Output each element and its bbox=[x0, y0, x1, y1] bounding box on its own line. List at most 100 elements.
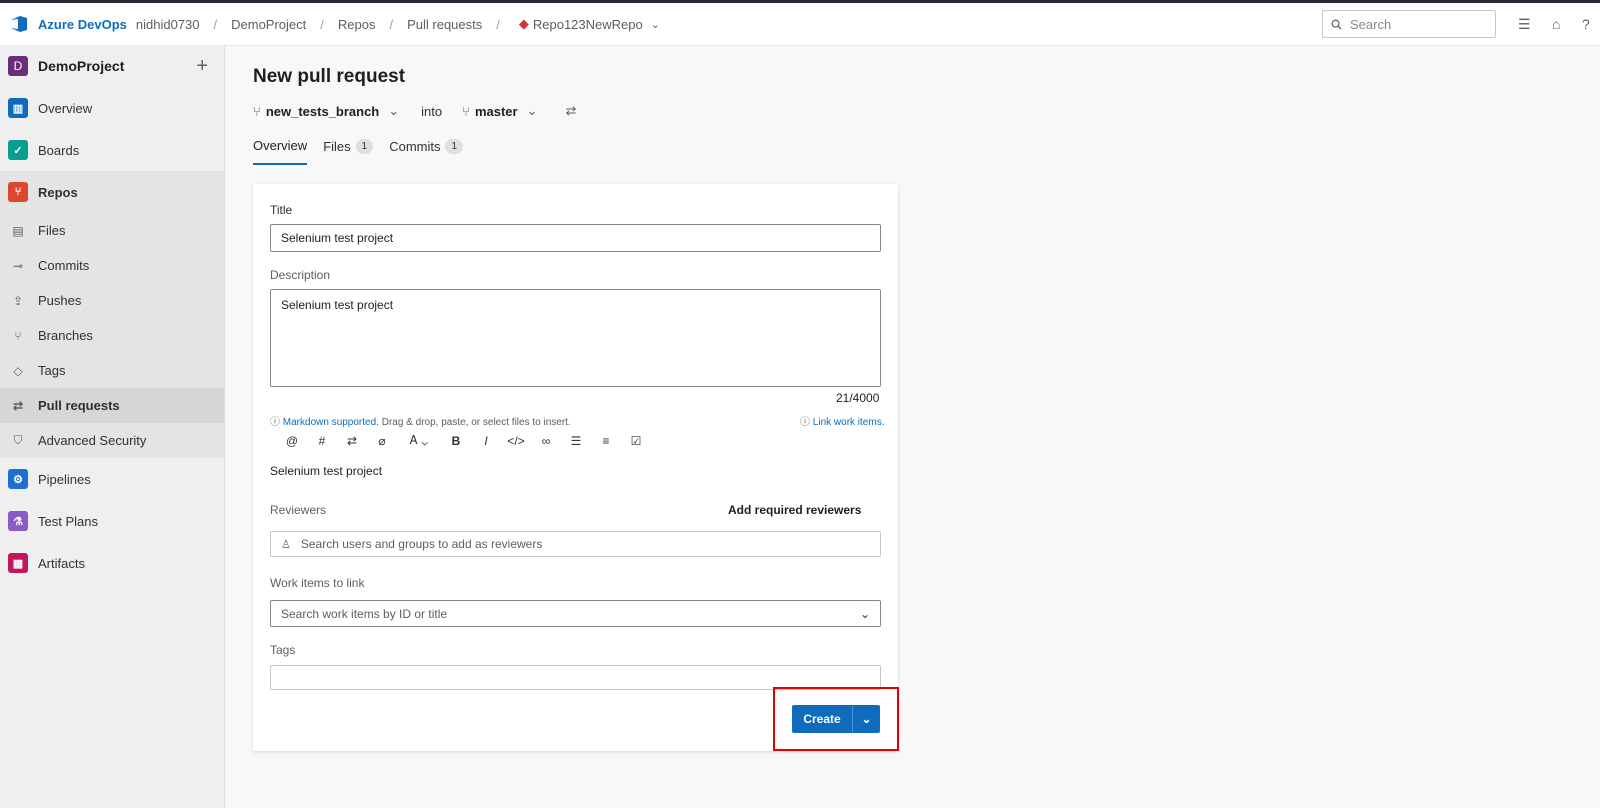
tab-label: Files bbox=[323, 139, 351, 154]
hashtag-icon[interactable]: # bbox=[307, 434, 337, 448]
tags-label: Tags bbox=[270, 643, 296, 657]
code-icon[interactable]: </> bbox=[501, 434, 531, 448]
branch-icon: ⑂ bbox=[462, 103, 470, 119]
sidebar-item-branches[interactable]: ⑂ Branches bbox=[0, 318, 224, 353]
page-title: New pull request bbox=[253, 66, 406, 87]
tab-label: Commits bbox=[389, 139, 441, 154]
reviewers-label: Reviewers bbox=[270, 503, 327, 517]
task-list-icon[interactable]: ☰ bbox=[1518, 16, 1531, 33]
pull-request-link-icon[interactable]: ⇄ bbox=[337, 434, 367, 448]
header-format-icon[interactable]: Ꭺ ⌄ bbox=[397, 433, 441, 448]
sidebar-item-label: Files bbox=[38, 223, 66, 238]
sidebar-item-advanced-security[interactable]: ⛉ Advanced Security bbox=[0, 423, 224, 458]
description-field[interactable]: Selenium test project bbox=[270, 289, 881, 387]
info-icon: ⓘ bbox=[800, 417, 810, 428]
repos-icon: ⑂ bbox=[8, 182, 28, 202]
sidebar-item-files[interactable]: ▤ Files bbox=[0, 213, 224, 248]
sidebar-item-artifacts[interactable]: ▦ Artifacts bbox=[0, 542, 224, 584]
source-branch-dropdown[interactable]: new_tests_branch bbox=[266, 104, 379, 119]
brand-name[interactable]: Azure DevOps bbox=[38, 17, 127, 32]
project-header[interactable]: D DemoProject + bbox=[0, 45, 224, 87]
tab-overview[interactable]: Overview bbox=[253, 138, 308, 165]
sidebar-item-label: Tags bbox=[38, 363, 66, 378]
character-counter: 21/4000 bbox=[836, 391, 880, 405]
chevron-down-icon[interactable]: ⌄ bbox=[388, 103, 399, 119]
sidebar-item-label: Pull requests bbox=[38, 398, 120, 413]
link-work-items-link[interactable]: Link work items. bbox=[813, 417, 885, 428]
add-required-reviewers-button[interactable]: Add required reviewers bbox=[728, 503, 861, 517]
title-label: Title bbox=[270, 203, 293, 217]
sidebar-item-boards[interactable]: ✓ Boards bbox=[0, 129, 224, 171]
sidebar-item-label: Artifacts bbox=[38, 555, 85, 571]
sidebar-item-pipelines[interactable]: ⚙ Pipelines bbox=[0, 458, 224, 500]
project-avatar: D bbox=[8, 56, 28, 76]
link-work-items-hint: ⓘ Link work items. bbox=[800, 413, 884, 428]
reviewers-search-input[interactable]: ♙ Search users and groups to add as revi… bbox=[270, 531, 881, 557]
markdown-toolbar: @ # ⇄ ⌀ Ꭺ ⌄ B I </> ∞ ☰ ≡ ☑ bbox=[277, 433, 651, 448]
sidebar-item-label: Commits bbox=[38, 258, 90, 273]
bold-icon[interactable]: B bbox=[441, 434, 471, 448]
pipelines-icon: ⚙ bbox=[8, 469, 28, 489]
breadcrumb-project[interactable]: DemoProject bbox=[231, 17, 306, 32]
chevron-down-icon[interactable]: ⌄ bbox=[651, 18, 660, 31]
sidebar-item-commits[interactable]: ⊸ Commits bbox=[0, 248, 224, 283]
mention-icon[interactable]: @ bbox=[277, 434, 307, 448]
commit-icon: ⊸ bbox=[12, 258, 24, 273]
file-icon: ▤ bbox=[12, 223, 24, 238]
breadcrumb-pull-requests[interactable]: Pull requests bbox=[407, 17, 482, 32]
checklist-icon[interactable]: ☑ bbox=[621, 434, 651, 448]
add-icon[interactable]: + bbox=[196, 55, 208, 78]
title-field[interactable]: Selenium test project bbox=[270, 224, 881, 252]
markdown-supported-link[interactable]: Markdown supported. bbox=[283, 417, 379, 428]
shield-icon: ⛉ bbox=[13, 433, 23, 447]
work-items-label: Work items to link bbox=[270, 576, 365, 590]
search-icon bbox=[1331, 19, 1342, 30]
test-plans-flask-icon: ⚗ bbox=[8, 511, 28, 531]
breadcrumb-repository[interactable]: Repo123NewRepo bbox=[533, 17, 643, 32]
sidebar: D DemoProject + ▥ Overview ✓ Boards ⑂ Re… bbox=[0, 45, 225, 808]
search-box[interactable]: Search bbox=[1322, 10, 1496, 38]
person-icon: ♙ bbox=[281, 538, 291, 551]
breadcrumb-repos[interactable]: Repos bbox=[338, 17, 376, 32]
boards-icon: ✓ bbox=[8, 140, 28, 160]
info-icon: ⓘ bbox=[270, 417, 280, 428]
breadcrumb-separator: / bbox=[213, 16, 218, 32]
azure-devops-logo-icon[interactable] bbox=[8, 13, 30, 35]
sidebar-item-label: Pushes bbox=[38, 293, 82, 308]
sidebar-item-pushes[interactable]: ⇪ Pushes bbox=[0, 283, 224, 318]
tab-strip: Overview Files 1 Commits 1 bbox=[253, 138, 479, 165]
breadcrumb-organization[interactable]: nidhid0730 bbox=[136, 17, 200, 32]
sidebar-item-test-plans[interactable]: ⚗ Test Plans bbox=[0, 500, 224, 542]
chevron-down-icon[interactable]: ⌄ bbox=[527, 103, 538, 119]
count-badge: 1 bbox=[355, 139, 374, 154]
work-items-search-dropdown[interactable]: Search work items by ID or title ⌄ bbox=[270, 600, 881, 627]
italic-icon[interactable]: I bbox=[471, 434, 501, 448]
push-icon: ⇪ bbox=[12, 293, 24, 308]
marketplace-bag-icon[interactable]: ⌂ bbox=[1552, 16, 1560, 32]
sidebar-item-pull-requests[interactable]: ⇄ Pull requests bbox=[0, 388, 224, 423]
chevron-down-icon[interactable]: ⌄ bbox=[860, 607, 870, 621]
tab-commits[interactable]: Commits 1 bbox=[389, 138, 464, 165]
search-placeholder: Search bbox=[1350, 16, 1392, 32]
target-branch-dropdown[interactable]: master bbox=[475, 104, 518, 119]
sidebar-item-repos[interactable]: ⑂ Repos bbox=[0, 171, 224, 213]
sidebar-item-tags[interactable]: ◇ Tags bbox=[0, 353, 224, 388]
artifacts-icon: ▦ bbox=[8, 553, 28, 573]
numbered-list-icon[interactable]: ≡ bbox=[591, 434, 621, 448]
description-field-value: Selenium test project bbox=[281, 298, 394, 312]
git-repo-icon: ◆ bbox=[518, 16, 529, 31]
sidebar-item-label: Test Plans bbox=[38, 513, 98, 529]
link-icon[interactable]: ∞ bbox=[531, 434, 561, 448]
bulleted-list-icon[interactable]: ☰ bbox=[561, 434, 591, 448]
description-label: Description bbox=[270, 268, 331, 282]
pull-request-icon: ⇄ bbox=[12, 398, 24, 413]
attach-icon[interactable]: ⌀ bbox=[367, 434, 397, 448]
swap-branches-icon[interactable]: ⇄ bbox=[565, 103, 576, 119]
into-label: into bbox=[421, 103, 443, 119]
sidebar-item-overview[interactable]: ▥ Overview bbox=[0, 87, 224, 129]
sidebar-item-label: Boards bbox=[38, 142, 80, 158]
tab-files[interactable]: Files 1 bbox=[323, 138, 374, 165]
help-icon[interactable]: ? bbox=[1582, 16, 1590, 32]
sidebar-item-label: Pipelines bbox=[38, 471, 91, 487]
sidebar-item-label: Repos bbox=[38, 184, 78, 200]
